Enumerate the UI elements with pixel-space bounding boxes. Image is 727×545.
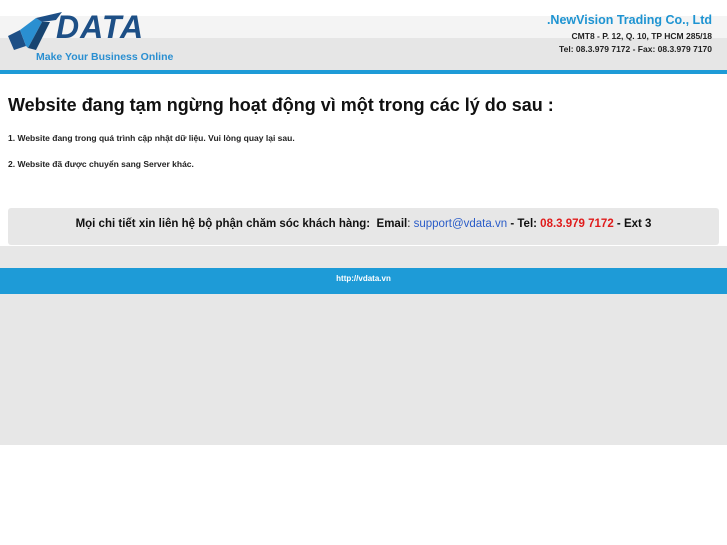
reason-item: 2. Website đã được chuyển sang Server kh… <box>8 159 194 169</box>
support-email-link[interactable]: support@vdata.vn <box>414 218 508 230</box>
contact-line: Mọi chi tiết xin liên hệ bộ phận chăm só… <box>8 218 719 230</box>
company-phone-fax: Tel: 08.3.979 7172 - Fax: 08.3.979 7170 <box>559 44 712 54</box>
contact-prefix: Mọi chi tiết xin liên hệ bộ phận chăm só… <box>75 218 371 230</box>
company-info: .NewVision Trading Co., Ltd CMT8 - P. 12… <box>547 12 712 55</box>
tel-label: Tel: <box>517 218 537 230</box>
footer-bar: http://vdata.vn <box>0 268 727 294</box>
footer-band <box>0 246 727 268</box>
company-name: .NewVision Trading Co., Ltd <box>546 13 712 27</box>
phone-extension: - Ext 3 <box>616 218 652 230</box>
tel-separator: - <box>510 218 515 230</box>
page-title: Website đang tạm ngừng hoạt động vì một … <box>8 95 554 115</box>
footer-area <box>0 294 727 445</box>
email-label: Email <box>376 218 408 230</box>
contact-panel: Mọi chi tiết xin liên hệ bộ phận chăm só… <box>8 208 719 245</box>
header-divider <box>0 70 727 74</box>
page: DATA Make Your Business Online .NewVisio… <box>0 0 727 545</box>
company-address: CMT8 - P. 12, Q. 10, TP HCM 285/18 <box>571 31 712 41</box>
reason-item: 1. Website đang trong quá trình cập nhật… <box>8 133 295 143</box>
site-header: DATA Make Your Business Online .NewVisio… <box>0 0 727 72</box>
support-phone: 08.3.979 7172 <box>540 218 614 230</box>
logo-wordmark: DATA <box>56 9 145 45</box>
footer-site-link[interactable]: http://vdata.vn <box>0 274 727 283</box>
logo-tagline: Make Your Business Online <box>36 51 174 63</box>
vdata-logo[interactable]: DATA Make Your Business Online <box>6 6 182 64</box>
